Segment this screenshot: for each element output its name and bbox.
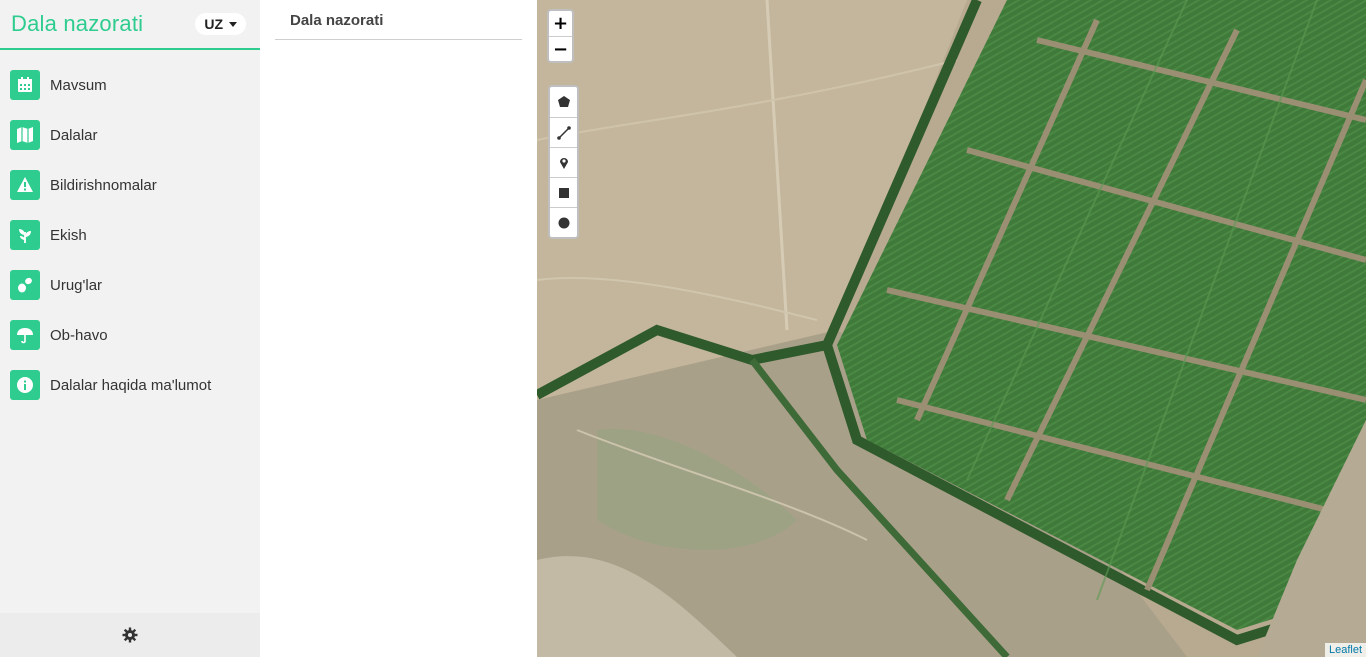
sidebar-item-label: Dalalar haqida ma'lumot <box>50 376 212 394</box>
circle-icon <box>558 217 569 228</box>
polygon-icon <box>557 96 570 107</box>
sidebar-item-mavsum[interactable]: Mavsum <box>0 60 260 110</box>
caret-down-icon <box>229 21 237 27</box>
plant-icon <box>10 220 40 250</box>
polyline-icon <box>556 125 571 140</box>
panel-header: Dala nazorati <box>275 0 522 40</box>
draw-polyline-button[interactable] <box>550 117 577 147</box>
sidebar-item-label: Ekish <box>50 226 87 244</box>
draw-polygon-button[interactable] <box>550 87 577 117</box>
umbrella-icon <box>10 320 40 350</box>
sidebar: Dala nazorati UZ Mavsum Dalalar Bildiris… <box>0 0 260 657</box>
panel-title: Dala nazorati <box>290 12 384 29</box>
draw-rectangle-button[interactable] <box>550 177 577 207</box>
map-attribution: Leaflet <box>1324 643 1366 657</box>
sidebar-item-label: Ob-havo <box>50 326 108 344</box>
app-title: Dala nazorati <box>11 11 144 36</box>
sidebar-item-label: Mavsum <box>50 76 107 94</box>
calendar-icon <box>10 70 40 100</box>
sidebar-item-ekish[interactable]: Ekish <box>0 210 260 260</box>
app-root: Dala nazorati UZ Mavsum Dalalar Bildiris… <box>0 0 1366 657</box>
zoom-control: + − <box>547 9 574 63</box>
map-icon <box>10 120 40 150</box>
draw-marker-button[interactable] <box>550 147 577 177</box>
draw-circle-button[interactable] <box>550 207 577 237</box>
info-icon <box>10 370 40 400</box>
zoom-out-button[interactable]: − <box>549 36 572 61</box>
sidebar-item-label: Bildirishnomalar <box>50 176 157 194</box>
language-label: UZ <box>204 16 223 32</box>
rectangle-icon <box>558 187 569 198</box>
content-panel: Dala nazorati <box>260 0 537 657</box>
draw-toolbar <box>548 85 579 239</box>
sidebar-item-label: Dalalar <box>50 126 98 144</box>
sidebar-item-info[interactable]: Dalalar haqida ma'lumot <box>0 360 260 410</box>
zoom-in-button[interactable]: + <box>549 11 572 36</box>
satellite-imagery <box>537 0 1366 657</box>
sidebar-item-label: Urug'lar <box>50 276 103 294</box>
warning-icon <box>10 170 40 200</box>
sidebar-menu: Mavsum Dalalar Bildirishnomalar Ekish Ur… <box>0 50 260 410</box>
seeds-icon <box>10 270 40 300</box>
sidebar-item-bildirishnomalar[interactable]: Bildirishnomalar <box>0 160 260 210</box>
sidebar-item-ob-havo[interactable]: Ob-havo <box>0 310 260 360</box>
sidebar-item-dalalar[interactable]: Dalalar <box>0 110 260 160</box>
sidebar-item-uruglar[interactable]: Urug'lar <box>0 260 260 310</box>
language-dropdown[interactable]: UZ <box>195 13 246 35</box>
marker-icon <box>559 157 568 169</box>
sidebar-footer <box>0 613 260 657</box>
map-view[interactable]: + − Leaflet <box>537 0 1366 657</box>
sidebar-header: Dala nazorati UZ <box>0 0 260 50</box>
gear-icon[interactable] <box>122 627 138 643</box>
leaflet-link[interactable]: Leaflet <box>1329 644 1362 656</box>
